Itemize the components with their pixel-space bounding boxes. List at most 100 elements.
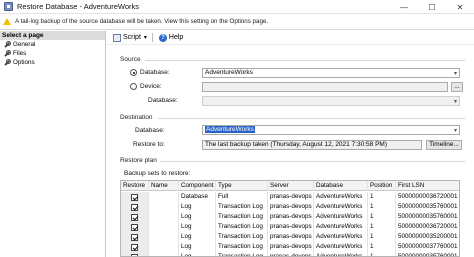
column-header-first-lsn[interactable]: First LSN	[396, 181, 459, 191]
cell-database: AdventureWorks	[314, 242, 368, 252]
source-group-label: Source	[120, 56, 141, 63]
table-row[interactable]: Log Transaction Log pranas-devops Adventure…	[121, 222, 459, 232]
cell-server: pranas-devops	[268, 242, 314, 252]
column-header-position[interactable]: Position	[368, 181, 396, 191]
script-icon	[113, 33, 121, 42]
column-header-type[interactable]: Type	[216, 181, 268, 191]
toolbar: Script ▾ ? Help	[107, 31, 474, 45]
device-input[interactable]	[202, 82, 448, 92]
close-button[interactable]: ✕	[446, 0, 474, 14]
source-database-value: AdventureWorks	[205, 69, 253, 76]
restore-checkbox[interactable]	[131, 203, 138, 211]
page-item-general[interactable]: General	[0, 40, 105, 49]
cell-type: Transaction Log	[216, 202, 268, 212]
table-row[interactable]: Log Transaction Log pranas-devops Adventure…	[121, 252, 459, 256]
cell-position: 1	[368, 202, 396, 212]
window-title: Restore Database - AdventureWorks	[17, 2, 140, 11]
dest-database-value: AdventureWorks	[205, 126, 255, 133]
cell-first-lsn: 50000000035200001	[396, 232, 459, 242]
restore-checkbox[interactable]	[131, 233, 138, 241]
table-row[interactable]: Log Transaction Log pranas-devops Adventure…	[121, 212, 459, 222]
warning-text: A tail-log backup of the source database…	[15, 18, 269, 25]
backup-sets-grid[interactable]: Restore Name Component Type Server Datab…	[120, 180, 460, 257]
cell-position: 1	[368, 212, 396, 222]
table-row[interactable]: Log Transaction Log pranas-devops Adventure…	[121, 232, 459, 242]
help-icon: ?	[158, 33, 167, 42]
timeline-button[interactable]: Timeline...	[426, 140, 462, 150]
restore-cell	[121, 192, 149, 202]
cell-database: AdventureWorks	[314, 222, 368, 232]
cell-database: AdventureWorks	[314, 252, 368, 256]
help-label: Help	[168, 34, 184, 41]
page-item-files[interactable]: Files	[0, 49, 105, 58]
cell-position: 1	[368, 222, 396, 232]
cell-server: pranas-devops	[268, 222, 314, 232]
source-db-select[interactable]: ▾	[202, 96, 460, 106]
cell-component: Database	[179, 192, 216, 202]
source-database-select[interactable]: AdventureWorks ▾	[202, 68, 460, 78]
minimize-button[interactable]: —	[390, 0, 418, 14]
restore-checkbox[interactable]	[131, 223, 138, 231]
cell-name	[149, 232, 179, 242]
column-header-server[interactable]: Server	[268, 181, 314, 191]
cell-database: AdventureWorks	[314, 232, 368, 242]
maximize-button[interactable]: ☐	[418, 0, 446, 14]
cell-position: 1	[368, 252, 396, 256]
script-label: Script	[123, 34, 141, 41]
restore-checkbox[interactable]	[131, 253, 138, 256]
select-page-header: Select a page	[0, 31, 105, 40]
script-button[interactable]: Script ▾	[113, 33, 147, 42]
cell-position: 1	[368, 192, 396, 202]
cell-component: Log	[179, 222, 216, 232]
restore-plan-group-label: Restore plan	[120, 157, 157, 164]
cell-position: 1	[368, 232, 396, 242]
dest-database-select[interactable]: AdventureWorks ▾	[202, 125, 460, 135]
restore-cell	[121, 202, 149, 212]
cell-first-lsn: 50000000036720001	[396, 222, 459, 232]
warning-icon	[3, 18, 11, 25]
cell-first-lsn: 50000000036720001	[396, 192, 459, 202]
column-header-component[interactable]: Component	[179, 181, 216, 191]
cell-name	[149, 242, 179, 252]
chevron-down-icon: ▾	[453, 71, 457, 77]
restore-cell	[121, 222, 149, 232]
device-radio[interactable]	[130, 83, 137, 90]
destination-divider	[158, 118, 465, 119]
window-controls: — ☐ ✕	[390, 0, 474, 14]
dest-database-label: Database:	[135, 127, 165, 134]
restore-to-field[interactable]: The last backup taken (Thursday, August …	[202, 140, 422, 150]
cell-type: Transaction Log	[216, 242, 268, 252]
chevron-down-icon[interactable]: ▾	[144, 34, 147, 41]
grid-header-row: Restore Name Component Type Server Datab…	[121, 181, 459, 191]
chevron-down-icon: ▾	[453, 128, 457, 134]
backup-sets-label: Backup sets to restore:	[124, 170, 191, 177]
column-header-restore[interactable]: Restore	[121, 181, 149, 191]
cell-first-lsn: 50000000035760001	[396, 252, 459, 256]
restore-checkbox[interactable]	[131, 213, 138, 221]
device-browse-button[interactable]: ...	[451, 82, 463, 92]
database-radio[interactable]	[130, 69, 137, 76]
wrench-icon	[3, 50, 11, 57]
table-row[interactable]: Database Full pranas-devops AdventureWorks 1…	[121, 192, 459, 202]
wrench-icon	[3, 59, 11, 66]
cell-first-lsn: 50000000035760001	[396, 202, 459, 212]
chevron-down-icon: ▾	[453, 99, 457, 105]
source-divider	[145, 60, 465, 61]
restore-cell	[121, 252, 149, 256]
warning-bar: A tail-log backup of the source database…	[0, 14, 474, 30]
page-item-options[interactable]: Options	[0, 58, 105, 67]
cell-server: pranas-devops	[268, 192, 314, 202]
restore-checkbox[interactable]	[131, 243, 138, 251]
restore-cell	[121, 242, 149, 252]
column-header-database[interactable]: Database	[314, 181, 368, 191]
cell-name	[149, 202, 179, 212]
restore-checkbox[interactable]	[131, 193, 138, 201]
help-button[interactable]: ? Help	[158, 33, 184, 42]
restore-plan-divider	[160, 161, 465, 162]
cell-name	[149, 252, 179, 256]
page-item-label: General	[13, 41, 36, 48]
column-header-name[interactable]: Name	[149, 181, 179, 191]
table-row[interactable]: Log Transaction Log pranas-devops Adventure…	[121, 202, 459, 212]
table-row[interactable]: Log Transaction Log pranas-devops Adventure…	[121, 242, 459, 252]
cell-component: Log	[179, 232, 216, 242]
